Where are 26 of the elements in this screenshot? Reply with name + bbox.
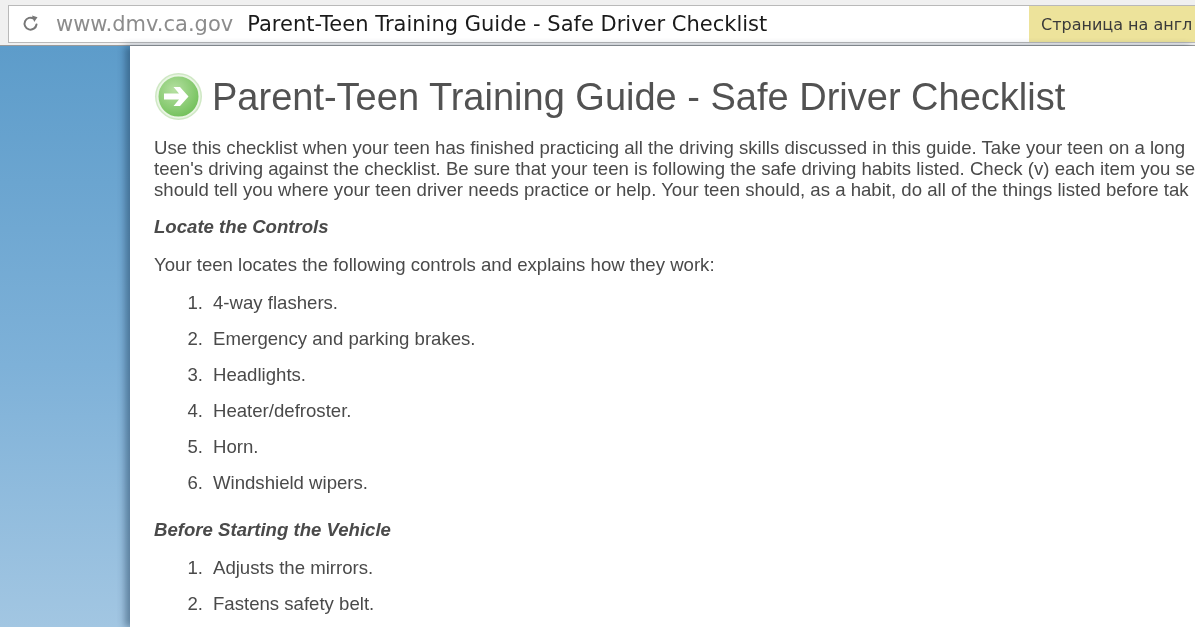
arrow-circle-icon bbox=[154, 72, 203, 121]
list-item-text: Heater/defroster. bbox=[213, 400, 352, 421]
list-number: 3. bbox=[186, 364, 203, 385]
section-lead-text: Your teen locates the following controls and explains how they work: bbox=[154, 254, 715, 275]
list-number: 1. bbox=[186, 557, 203, 578]
list-item-text: Fastens safety belt. bbox=[213, 593, 375, 614]
page-title-text: Parent-Teen Training Guide - Safe Driver Checklist bbox=[247, 12, 768, 36]
list-item-text: 4-way flashers. bbox=[213, 292, 339, 313]
address-bar[interactable]: www.dmv.ca.gov Parent-Teen Training Guide - Safe Driver Checklist Страница на англ bbox=[8, 5, 1195, 43]
list-number: 4. bbox=[186, 400, 203, 421]
translate-prompt[interactable]: Страница на англ bbox=[1029, 6, 1195, 42]
url-text: www.dmv.ca.gov bbox=[56, 12, 234, 36]
list-number: 5. bbox=[186, 436, 203, 457]
list-item-text: Headlights. bbox=[213, 364, 307, 385]
list-item-text: Adjusts the mirrors. bbox=[213, 557, 374, 578]
section-heading: Locate the Controls bbox=[154, 216, 329, 237]
list-item-text: Horn. bbox=[213, 436, 259, 457]
page-heading: Parent-Teen Training Guide - Safe Driver Checklist bbox=[212, 74, 1066, 120]
list-number: 2. bbox=[186, 593, 203, 614]
list-item-text: Emergency and parking brakes. bbox=[213, 328, 476, 349]
list-number: 6. bbox=[186, 472, 203, 493]
section-heading: Before Starting the Vehicle bbox=[154, 519, 391, 540]
list-number: 1. bbox=[186, 292, 203, 313]
list-number: 2. bbox=[186, 328, 203, 349]
intro-paragraph: Use this checklist when your teen has finished practicing all the driving skills discussed in this guide. Take your teen on a long teen's driving against the checklist. Be sure that your teen is following the safe driving habits listed. Check (v) each item you se should tell you where your teen driver needs practice or help. Your teen should, as a habit, do all of the things listed before tak bbox=[154, 137, 1195, 200]
list-item-text: Windshield wipers. bbox=[213, 472, 368, 493]
